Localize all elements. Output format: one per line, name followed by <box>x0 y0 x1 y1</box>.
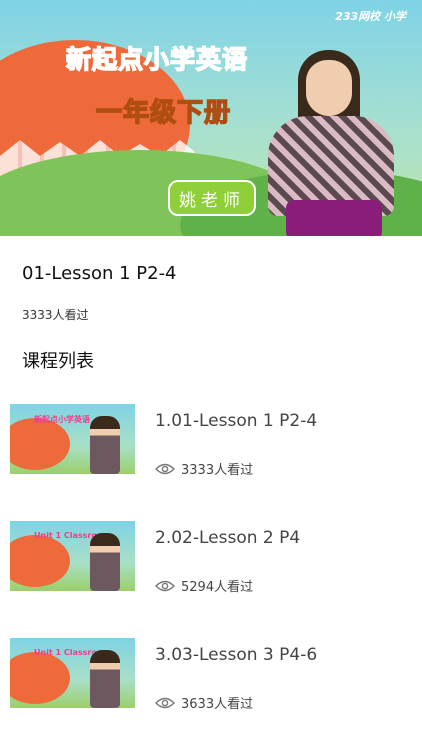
lesson-thumbnail[interactable]: Unit 1 Classroom <box>10 638 135 708</box>
lesson-views: 3633人看过 <box>155 693 253 712</box>
eye-icon <box>155 463 175 474</box>
lesson-views: 5294人看过 <box>155 576 253 595</box>
lesson-thumbnail[interactable]: Unit 1 Classroom <box>10 521 135 591</box>
current-lesson-views: 3333人看过 <box>22 308 89 322</box>
list-item[interactable]: Unit 1 Classroom 3.03-Lesson 3 P4-6 3633… <box>0 629 422 746</box>
lesson-title[interactable]: 2.02-Lesson 2 P4 <box>155 528 300 548</box>
lesson-views-text: 3333人看过 <box>181 463 254 478</box>
video-title-line2: 一年级下册 <box>95 97 232 129</box>
course-list-heading: 课程列表 <box>22 351 94 372</box>
teacher-badge: 姚老师 <box>168 180 256 216</box>
lesson-views-text: 3633人看过 <box>181 697 254 712</box>
eye-icon <box>155 580 175 591</box>
current-lesson-title: 01-Lesson 1 P2-4 <box>22 263 177 284</box>
lesson-views: 3333人看过 <box>155 459 253 478</box>
lesson-views-text: 5294人看过 <box>181 580 254 595</box>
video-title-line1: 新起点小学英语 <box>65 44 249 75</box>
lesson-thumbnail[interactable]: 新起点小学英语 <box>10 404 135 474</box>
watermark-logo: 233网校 小学 <box>335 10 406 23</box>
lesson-title[interactable]: 1.01-Lesson 1 P2-4 <box>155 411 317 431</box>
lesson-title[interactable]: 3.03-Lesson 3 P4-6 <box>155 645 317 665</box>
eye-icon <box>155 697 175 708</box>
list-item[interactable]: 新起点小学英语 1.01-Lesson 1 P2-4 3333人看过 <box>0 395 422 512</box>
lesson-info: 01-Lesson 1 P2-4 3333人看过 课程列表 <box>0 236 422 373</box>
video-player[interactable]: 新起点小学英语 一年级下册 姚老师 233网校 小学 <box>0 0 422 236</box>
lesson-list: 新起点小学英语 1.01-Lesson 1 P2-4 3333人看过 Unit … <box>0 395 422 746</box>
list-item[interactable]: Unit 1 Classroom 2.02-Lesson 2 P4 5294人看… <box>0 512 422 629</box>
teacher-figure <box>258 50 408 236</box>
